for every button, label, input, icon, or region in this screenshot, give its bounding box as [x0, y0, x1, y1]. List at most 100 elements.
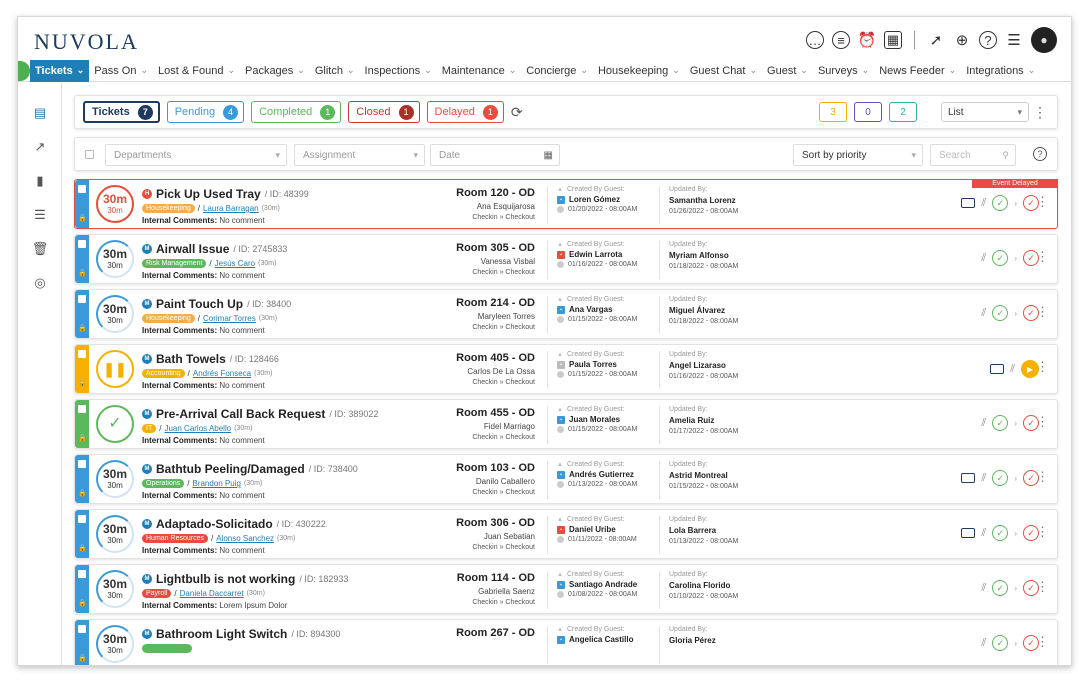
running-person-icon[interactable]: ➚: [927, 31, 945, 49]
settings-sliders-icon[interactable]: ☰: [1005, 31, 1023, 49]
ticket-title[interactable]: Pre-Arrival Call Back Request: [156, 407, 325, 421]
row-checkbox[interactable]: [78, 295, 86, 303]
globe-icon[interactable]: ⊕: [953, 31, 971, 49]
ticket-row[interactable]: 🔒 30m 30m M Paint Touch Up / ID: 38400 Houseke…: [74, 289, 1058, 339]
row-checkbox[interactable]: [78, 240, 86, 248]
row-more-options-icon[interactable]: ⋮: [1036, 579, 1049, 595]
nav-item-lost-found[interactable]: Lost & Found ⌄: [153, 60, 240, 82]
assignee-link[interactable]: Andrés Fonseca: [193, 369, 251, 378]
nav-item-pass-on[interactable]: Pass On ⌄: [89, 60, 153, 82]
ticket-list-icon[interactable]: ▤: [32, 105, 48, 121]
guest-chat-icon[interactable]: [961, 528, 976, 538]
chat-bubbles-icon[interactable]: …: [806, 31, 824, 49]
nav-item-tickets[interactable]: Tickets ⌄: [30, 59, 90, 82]
row-more-options-icon[interactable]: ⋮: [1036, 194, 1049, 210]
help-icon[interactable]: ?: [979, 31, 997, 49]
lock-icon[interactable]: 🔒: [78, 214, 87, 222]
row-checkbox[interactable]: [78, 460, 86, 468]
attachment-icon[interactable]: ⫽: [981, 637, 986, 650]
row-checkbox[interactable]: [78, 185, 86, 193]
lock-icon[interactable]: 🔒: [78, 599, 87, 607]
nav-item-packages[interactable]: Packages ⌄: [240, 60, 310, 82]
tab-closed[interactable]: Closed 1: [348, 101, 420, 123]
assignee-link[interactable]: Alonso Sanchez: [216, 534, 274, 543]
row-more-options-icon[interactable]: ⋮: [1036, 634, 1049, 650]
counter-teal[interactable]: 2: [889, 102, 917, 122]
assignee-link[interactable]: Brandon Puig: [192, 479, 240, 488]
ticket-title[interactable]: Airwall Issue: [156, 242, 229, 256]
approve-check-icon[interactable]: ✓: [992, 470, 1009, 486]
lock-icon[interactable]: 🔒: [78, 489, 87, 497]
tab-tickets[interactable]: Tickets 7: [83, 101, 160, 123]
ticket-row[interactable]: 🔒 ❚❚ M Bath Towels / ID: 128466 Accounting / An…: [74, 344, 1058, 394]
attachment-icon[interactable]: ⫽: [981, 582, 986, 595]
row-checkbox[interactable]: [78, 515, 86, 523]
row-more-options-icon[interactable]: ⋮: [1036, 304, 1049, 320]
refresh-icon[interactable]: ⟳: [511, 104, 523, 121]
search-icon[interactable]: ⚲: [1002, 150, 1009, 161]
lock-icon[interactable]: 🔒: [78, 544, 87, 552]
guest-chat-icon[interactable]: [961, 473, 976, 483]
assignee-link[interactable]: Juan Carlos Abello: [164, 424, 231, 433]
lock-icon[interactable]: 🔒: [78, 654, 87, 662]
lock-icon[interactable]: 🔒: [78, 434, 87, 442]
calendar-icon[interactable]: ▦: [544, 150, 553, 161]
lock-icon[interactable]: 🔒: [78, 269, 87, 277]
approve-check-icon[interactable]: ✓: [992, 195, 1009, 211]
assignee-link[interactable]: Laura Barragan: [203, 204, 259, 213]
ticket-title[interactable]: Pick Up Used Tray: [156, 187, 261, 201]
approve-check-icon[interactable]: ✓: [992, 635, 1009, 651]
nav-item-maintenance[interactable]: Maintenance ⌄: [437, 60, 522, 82]
ticket-title[interactable]: Bathroom Light Switch: [156, 627, 287, 641]
pause-timer-icon[interactable]: ❚❚: [96, 350, 134, 388]
approve-check-icon[interactable]: ✓: [992, 305, 1009, 321]
guest-chat-icon[interactable]: [990, 364, 1005, 374]
attachment-icon[interactable]: ⫽: [981, 307, 986, 320]
calendar-icon[interactable]: ▦: [884, 31, 902, 49]
attachment-icon[interactable]: ⫽: [981, 417, 986, 430]
nav-item-concierge[interactable]: Concierge ⌄: [521, 60, 593, 82]
nav-item-inspections[interactable]: Inspections ⌄: [360, 60, 437, 82]
ticket-row[interactable]: 🔒 30m 30m M Airwall Issue / ID: 2745833 Risk M…: [74, 234, 1058, 284]
nav-item-glitch[interactable]: Glitch ⌄: [310, 60, 360, 82]
assignee-link[interactable]: Jesús Caro: [215, 259, 255, 268]
date-input[interactable]: Date ▦: [430, 144, 560, 166]
ticket-title[interactable]: Bath Towels: [156, 352, 226, 366]
nav-item-guest[interactable]: Guest ⌄: [762, 60, 813, 82]
row-checkbox[interactable]: [78, 405, 86, 413]
nav-item-news-feeder[interactable]: News Feeder ⌄: [874, 60, 961, 82]
ticket-row[interactable]: 🔒 30m 30m M Lightbulb is not working / ID: 18…: [74, 564, 1058, 614]
more-options-icon[interactable]: ⋮: [1033, 104, 1047, 121]
message-icon[interactable]: ≡: [832, 31, 850, 49]
guest-chat-icon[interactable]: [961, 198, 976, 208]
attachment-icon[interactable]: ⫽: [981, 252, 986, 265]
nav-item-guest-chat[interactable]: Guest Chat ⌄: [685, 60, 762, 82]
tab-pending[interactable]: Pending 4: [166, 101, 245, 123]
row-checkbox[interactable]: [78, 570, 86, 578]
attachment-icon[interactable]: ⫽: [981, 197, 986, 210]
attachment-icon[interactable]: ⫽: [981, 527, 986, 540]
row-more-options-icon[interactable]: ⋮: [1036, 249, 1049, 265]
row-more-options-icon[interactable]: ⋮: [1036, 414, 1049, 430]
trend-icon[interactable]: ↗: [32, 139, 48, 155]
approve-check-icon[interactable]: ✓: [992, 250, 1009, 266]
row-checkbox[interactable]: [78, 350, 86, 358]
target-icon[interactable]: ◎: [32, 275, 48, 291]
nav-item-surveys[interactable]: Surveys ⌄: [813, 60, 874, 82]
tab-completed[interactable]: Completed 1: [251, 101, 342, 123]
ticket-title[interactable]: Lightbulb is not working: [156, 572, 295, 586]
alarm-clock-icon[interactable]: ⏰: [858, 31, 877, 49]
ticket-row[interactable]: 🔒 30m 30m M Adaptado-Solicitado / ID: 430222 H…: [74, 509, 1058, 559]
select-all-checkbox[interactable]: [85, 150, 94, 159]
nav-item-integrations[interactable]: Integrations ⌄: [961, 60, 1040, 82]
row-more-options-icon[interactable]: ⋮: [1036, 359, 1049, 375]
approve-check-icon[interactable]: ✓: [992, 525, 1009, 541]
row-more-options-icon[interactable]: ⋮: [1036, 524, 1049, 540]
ticket-row[interactable]: 🔒 ✓ M Pre-Arrival Call Back Request / ID: 38…: [74, 399, 1058, 449]
row-more-options-icon[interactable]: ⋮: [1036, 469, 1049, 485]
trash-icon[interactable]: 🗑: [32, 241, 49, 257]
departments-select[interactable]: Departments ▾: [105, 144, 287, 166]
user-avatar[interactable]: ●: [1031, 27, 1057, 53]
ticket-title[interactable]: Paint Touch Up: [156, 297, 243, 311]
lock-icon[interactable]: 🔒: [78, 379, 87, 387]
